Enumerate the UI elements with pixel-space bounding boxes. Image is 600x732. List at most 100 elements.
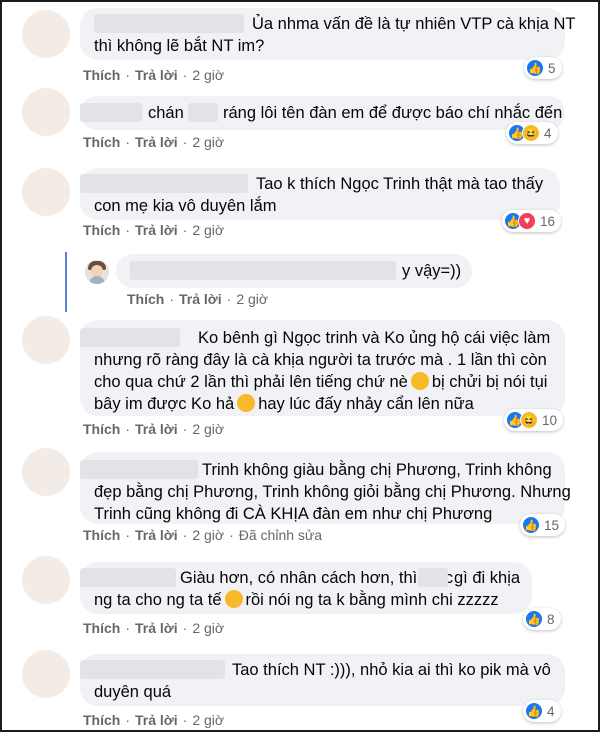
- comment-text-with-emoji: bây im được Ko hả hay lúc đấy nhảy cẩn lê…: [94, 393, 474, 415]
- reply-button[interactable]: Trả lời: [179, 291, 222, 307]
- edited-label[interactable]: Đã chỉnh sửa: [239, 527, 322, 543]
- timestamp[interactable]: 2 giờ: [192, 67, 224, 83]
- like-button[interactable]: Thích: [83, 421, 120, 437]
- timestamp[interactable]: 2 giờ: [192, 134, 224, 150]
- reaction-count: 4: [544, 125, 552, 141]
- comment-text: con mẹ kia vô duyên lắm: [94, 197, 277, 215]
- reaction-summary[interactable]: 👍 4: [523, 700, 561, 722]
- comment-text: cho qua chứ 2 lần thì phải lên tiếng chứ…: [94, 373, 408, 391]
- comment-text: Ko bênh gì Ngọc trinh và Ko ủng hộ cái v…: [198, 329, 551, 347]
- redacted-name: [80, 660, 225, 679]
- avatar[interactable]: [22, 88, 70, 136]
- reaction-count: 8: [547, 611, 555, 627]
- comment-text: nhưng rõ ràng đây là cà khịa người ta tr…: [94, 351, 547, 369]
- avatar[interactable]: [22, 650, 70, 698]
- comment-text: bây im được Ko hả: [94, 395, 235, 413]
- haha-icon: 😆: [520, 411, 538, 429]
- timestamp[interactable]: 2 giờ: [192, 527, 224, 543]
- comment-bubble: Ko bênh gì Ngọc trinh và Ko ủng hộ cái v…: [80, 320, 565, 416]
- like-icon: 👍: [522, 516, 540, 534]
- redacted-word: [418, 568, 448, 587]
- avatar[interactable]: [85, 260, 109, 284]
- reaction-count: 16: [540, 213, 556, 229]
- comment-actions: Thích · Trả lời · 2 giờ: [127, 291, 269, 307]
- reply-button[interactable]: Trả lời: [135, 712, 178, 728]
- like-button[interactable]: Thích: [83, 712, 120, 728]
- comment-text: rồi nói ng ta k bằng mình chi zzzzz: [245, 591, 499, 609]
- grinning-emoji-icon: [410, 372, 429, 390]
- avatar[interactable]: [22, 10, 70, 58]
- redacted-word: [188, 103, 218, 122]
- comment-bubble: chán ráng lôi tên đàn em để được báo chí…: [80, 96, 565, 130]
- comment-text: thì không lẽ bắt NT im?: [94, 37, 265, 55]
- comment-text: bị chửi bị nói tụi: [431, 373, 548, 391]
- reaction-summary[interactable]: 👍 8: [523, 608, 561, 630]
- comment-actions: Thích · Trả lời · 2 giờ: [83, 421, 225, 437]
- redacted-name: [94, 14, 244, 33]
- comment-bubble: Trinh không giàu bằng chị Phương, Trinh …: [80, 452, 571, 524]
- redacted-name: [80, 328, 180, 347]
- like-button[interactable]: Thích: [83, 620, 120, 636]
- like-button[interactable]: Thích: [127, 291, 164, 307]
- timestamp[interactable]: 2 giờ: [192, 222, 224, 238]
- comment-text: Giàu hơn, có nhân cách hơn, thì mắc: [180, 569, 453, 587]
- comment-text: hay lúc đấy nhảy cẩn lên nữa: [258, 395, 474, 413]
- comment-bubble: Tao thích NT :))), nhỏ kia ai thì ko pik…: [80, 654, 565, 706]
- reply-button[interactable]: Trả lời: [135, 620, 178, 636]
- reaction-summary[interactable]: 👍 5: [524, 57, 562, 79]
- reply-button[interactable]: Trả lời: [135, 67, 178, 83]
- reaction-count: 4: [547, 703, 555, 719]
- comment-bubble: Tao k thích Ngọc Trinh thật mà tao thấy …: [80, 168, 560, 220]
- timestamp[interactable]: 2 giờ: [192, 712, 224, 728]
- comment-actions: Thích · Trả lời · 2 giờ: [83, 67, 225, 83]
- comment-text: chán: [148, 104, 184, 122]
- reaction-summary[interactable]: 👍 😆 4: [506, 122, 558, 144]
- like-button[interactable]: Thích: [83, 67, 120, 83]
- reply-button[interactable]: Trả lời: [135, 421, 178, 437]
- reaction-summary[interactable]: 👍 😆 10: [504, 409, 564, 431]
- comment-text-with-emoji: ng ta cho ng ta tế rồi nói ng ta k bằng m…: [94, 589, 499, 611]
- comment-bubble: Giàu hơn, có nhân cách hơn, thì mắc gì đ…: [80, 562, 532, 614]
- avatar[interactable]: [22, 556, 70, 604]
- haha-icon: 😆: [522, 124, 540, 142]
- comment-text: y vậy=)): [402, 262, 462, 280]
- reaction-count: 5: [548, 60, 556, 76]
- comment-actions: Thích · Trả lời · 2 giờ: [83, 712, 225, 728]
- redacted-name: [130, 261, 396, 280]
- like-icon: 👍: [526, 59, 544, 77]
- like-icon: 👍: [525, 610, 543, 628]
- like-button[interactable]: Thích: [83, 222, 120, 238]
- avatar[interactable]: [22, 168, 70, 216]
- comment-actions: Thích · Trả lời · 2 giờ: [83, 620, 225, 636]
- reaction-count: 15: [544, 517, 560, 533]
- like-icon: 👍: [525, 702, 543, 720]
- timestamp[interactable]: 2 giờ: [192, 421, 224, 437]
- timestamp[interactable]: 2 giờ: [192, 620, 224, 636]
- reaction-count: 10: [542, 412, 558, 428]
- reply-button[interactable]: Trả lời: [135, 222, 178, 238]
- comment-text: Ủa nhma vấn đề là tự nhiên VTP cà khịa N…: [252, 15, 576, 33]
- grinning-emoji-icon: [237, 394, 256, 412]
- redacted-name: [80, 103, 142, 122]
- comment-text: gì đi khịa: [454, 569, 521, 587]
- timestamp[interactable]: 2 giờ: [236, 291, 268, 307]
- comment-bubble: Ủa nhma vấn đề là tự nhiên VTP cà khịa N…: [80, 8, 576, 60]
- reply-bubble: y vậy=)): [116, 254, 472, 288]
- reaction-summary[interactable]: 👍 15: [520, 514, 566, 536]
- redacted-name: [80, 460, 198, 479]
- comment-text: duyên quá: [94, 683, 172, 701]
- comment-text: đẹp bằng chị Phương, Trinh không giỏi bằ…: [94, 483, 571, 501]
- reaction-summary[interactable]: 👍 ♥ 16: [502, 210, 562, 232]
- grinning-emoji-icon: [224, 590, 243, 608]
- like-button[interactable]: Thích: [83, 134, 120, 150]
- comment-text: Tao k thích Ngọc Trinh thật mà tao thấy: [256, 175, 544, 193]
- comment-actions: Thích · Trả lời · 2 giờ: [83, 222, 225, 238]
- avatar[interactable]: [22, 448, 70, 496]
- comment-text: Tao thích NT :))), nhỏ kia ai thì ko pik…: [232, 661, 551, 679]
- like-button[interactable]: Thích: [83, 527, 120, 543]
- comment-text: ng ta cho ng ta tế: [94, 591, 222, 609]
- reply-button[interactable]: Trả lời: [135, 134, 178, 150]
- avatar[interactable]: [22, 316, 70, 364]
- comment-actions: Thích · Trả lời · 2 giờ · Đã chỉnh sửa: [83, 527, 323, 543]
- reply-button[interactable]: Trả lời: [135, 527, 178, 543]
